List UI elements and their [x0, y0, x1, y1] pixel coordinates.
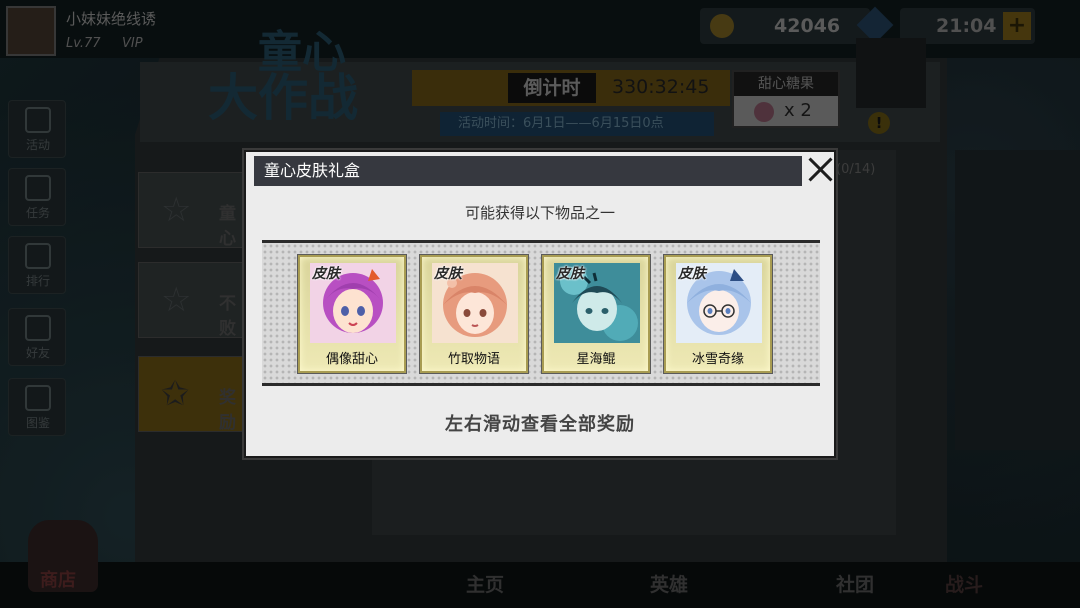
reward-item[interactable]: 皮肤 竹取物语 [420, 255, 528, 373]
skin-tag: 皮肤 [312, 266, 340, 282]
swipe-hint: 左右滑动查看全部奖励 [445, 414, 635, 435]
reward-name: 竹取物语 [447, 352, 500, 367]
reward-item[interactable]: 皮肤 偶像甜心 [298, 255, 406, 373]
reward-carousel[interactable]: 皮肤 偶像甜心 皮肤 竹取物语 皮肤 星海鲲 皮肤 冰雪奇缘 [262, 240, 820, 386]
reward-item[interactable]: 皮肤 冰雪奇缘 [664, 255, 772, 373]
reward-name: 星海鲲 [576, 352, 616, 367]
dialog-subtitle: 可能获得以下物品之一 [464, 204, 615, 222]
reward-name: 偶像甜心 [325, 352, 378, 367]
dialog-header: 童心皮肤礼盒 [254, 156, 802, 186]
dialog-title: 童心皮肤礼盒 [264, 161, 361, 180]
skin-tag: 皮肤 [556, 266, 584, 282]
reward-item[interactable]: 皮肤 星海鲲 [542, 255, 650, 373]
skin-giftbox-dialog: 童心皮肤礼盒 可能获得以下物品之一 皮肤 偶像甜心 皮肤 竹取物语 皮肤 星海鲲… [244, 150, 836, 458]
close-icon[interactable] [806, 154, 836, 184]
skin-tag: 皮肤 [678, 266, 706, 282]
skin-tag: 皮肤 [434, 266, 462, 282]
reward-name: 冰雪奇缘 [691, 352, 744, 367]
